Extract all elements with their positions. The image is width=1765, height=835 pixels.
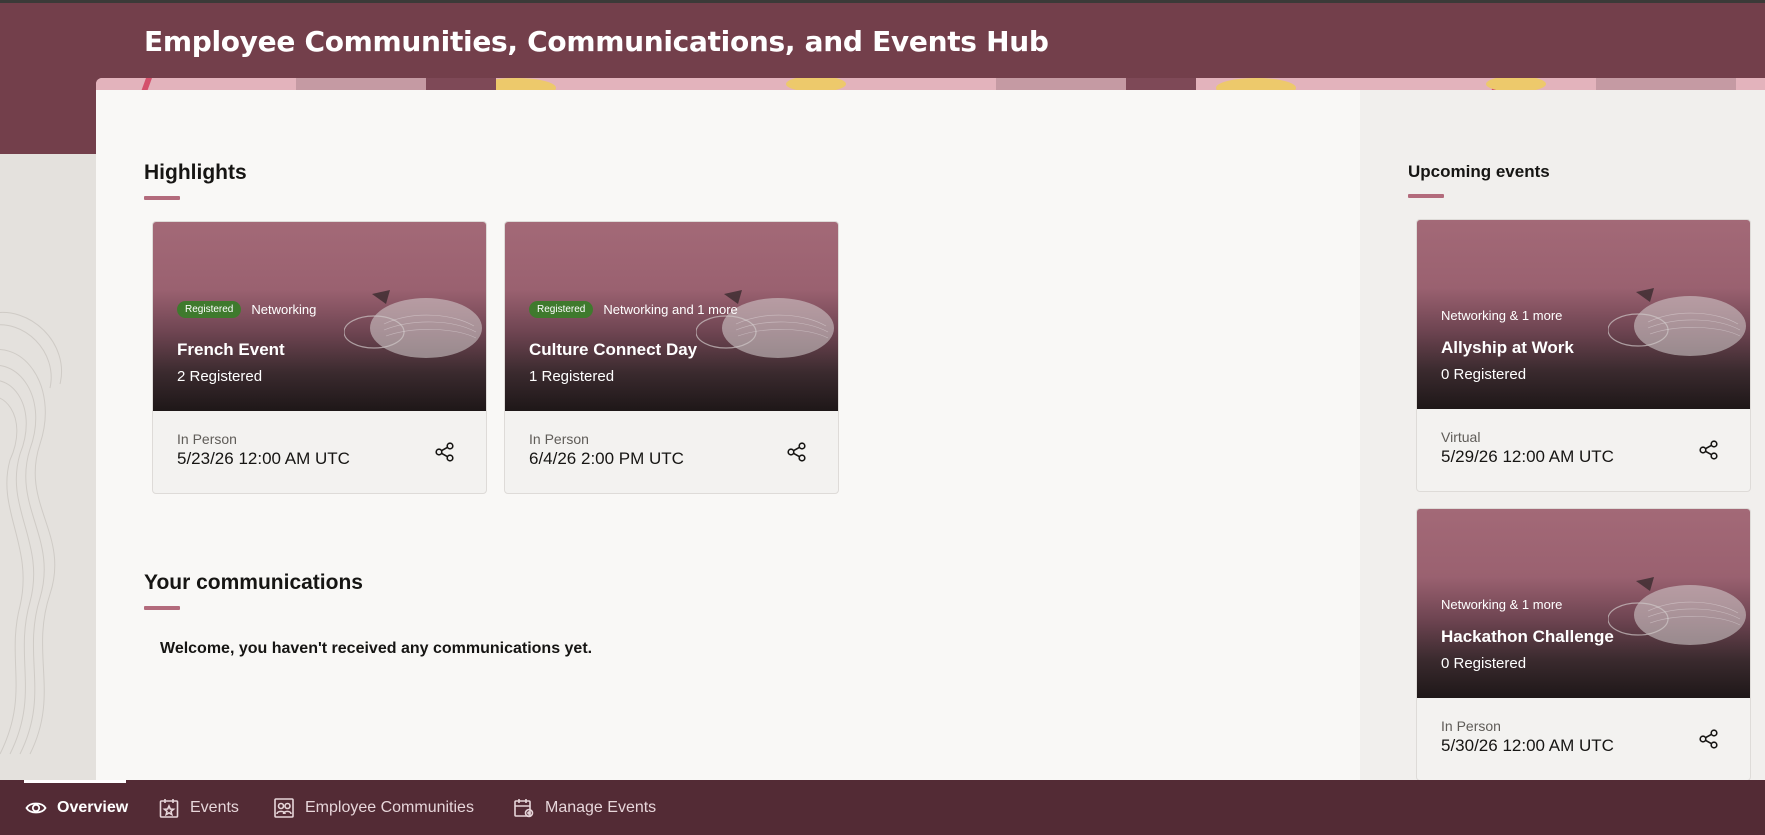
communications-heading: Your communications (144, 571, 363, 594)
apple-illustration-icon (344, 290, 482, 358)
apple-illustration-icon (696, 290, 834, 358)
share-icon[interactable] (434, 441, 456, 463)
event-tags: Networking & 1 more (1441, 597, 1563, 612)
nav-item-events[interactable]: Events (158, 780, 239, 835)
registered-count: 0 Registered (1441, 655, 1527, 672)
event-tags: Networking & 1 more (1441, 308, 1563, 323)
card-hero-image: Registered Networking and 1 more Culture… (505, 222, 838, 411)
event-mode: In Person (1441, 718, 1501, 734)
event-datetime: 5/30/26 12:00 AM UTC (1441, 736, 1614, 755)
event-tags: Networking (251, 302, 317, 317)
event-name[interactable]: Allyship at Work (1441, 338, 1574, 358)
card-footer: In Person 5/30/26 12:00 AM UTC (1417, 698, 1750, 780)
nav-item-overview[interactable]: Overview (25, 780, 128, 835)
nav-label: Employee Communities (305, 798, 474, 816)
event-datetime: 5/29/26 12:00 AM UTC (1441, 447, 1614, 466)
registered-badge: Registered (529, 301, 594, 318)
event-datetime: 5/23/26 12:00 AM UTC (177, 449, 350, 468)
registered-count: 1 Registered (529, 368, 615, 385)
card-footer: In Person 5/23/26 12:00 AM UTC (153, 411, 486, 493)
card-hero-image: Networking & 1 more Hackathon Challenge … (1417, 509, 1750, 698)
highlight-card-french-event[interactable]: Registered Networking French Event 2 Reg… (152, 221, 487, 494)
upcoming-card-allyship-at-work[interactable]: Networking & 1 more Allyship at Work 0 R… (1416, 219, 1751, 492)
card-hero-image: Networking & 1 more Allyship at Work 0 R… (1417, 220, 1750, 409)
nav-item-manage-events[interactable]: Manage Events (513, 780, 656, 835)
eye-icon (25, 802, 47, 813)
card-footer: In Person 6/4/26 2:00 PM UTC (505, 411, 838, 493)
upcoming-events-underline (1408, 194, 1444, 198)
communications-underline (144, 606, 180, 610)
highlights-heading: Highlights (144, 161, 247, 184)
left-decor-pane (0, 154, 96, 780)
card-footer: Virtual 5/29/26 12:00 AM UTC (1417, 409, 1750, 491)
event-name[interactable]: Hackathon Challenge (1441, 627, 1614, 647)
communications-empty-message: Welcome, you haven't received any commun… (160, 640, 593, 657)
event-mode: Virtual (1441, 429, 1481, 445)
hero-banner (96, 78, 1765, 90)
calendar-star-icon (159, 798, 179, 818)
nav-label: Events (190, 798, 239, 816)
registered-badge: Registered (177, 301, 242, 318)
apple-illustration-icon (1608, 577, 1746, 645)
share-icon[interactable] (1698, 728, 1720, 750)
bottom-nav-bar: Overview Events Employee Communities Man… (0, 780, 1765, 835)
highlight-card-culture-connect-day[interactable]: Registered Networking and 1 more Culture… (504, 221, 839, 494)
apple-illustration-icon (1608, 288, 1746, 356)
card-hero-image: Registered Networking French Event 2 Reg… (153, 222, 486, 411)
calendar-gear-icon (514, 798, 534, 817)
community-icon (274, 797, 294, 818)
upcoming-events-heading: Upcoming events (1408, 162, 1550, 181)
highlights-underline (144, 196, 180, 200)
event-datetime: 6/4/26 2:00 PM UTC (529, 449, 684, 468)
share-icon[interactable] (1698, 439, 1720, 461)
nav-label: Overview (57, 798, 129, 816)
event-tags: Networking and 1 more (603, 302, 738, 317)
registered-count: 0 Registered (1441, 366, 1527, 383)
share-icon[interactable] (786, 441, 808, 463)
registered-count: 2 Registered (177, 368, 263, 385)
upcoming-card-hackathon-challenge[interactable]: Networking & 1 more Hackathon Challenge … (1416, 508, 1751, 781)
event-name[interactable]: Culture Connect Day (529, 340, 697, 360)
event-name[interactable]: French Event (177, 340, 285, 360)
page-title: Employee Communities, Communications, an… (144, 25, 1049, 58)
event-mode: In Person (177, 431, 237, 447)
nav-item-employee-communities[interactable]: Employee Communities (273, 780, 474, 835)
event-mode: In Person (529, 431, 589, 447)
nav-label: Manage Events (545, 798, 657, 816)
